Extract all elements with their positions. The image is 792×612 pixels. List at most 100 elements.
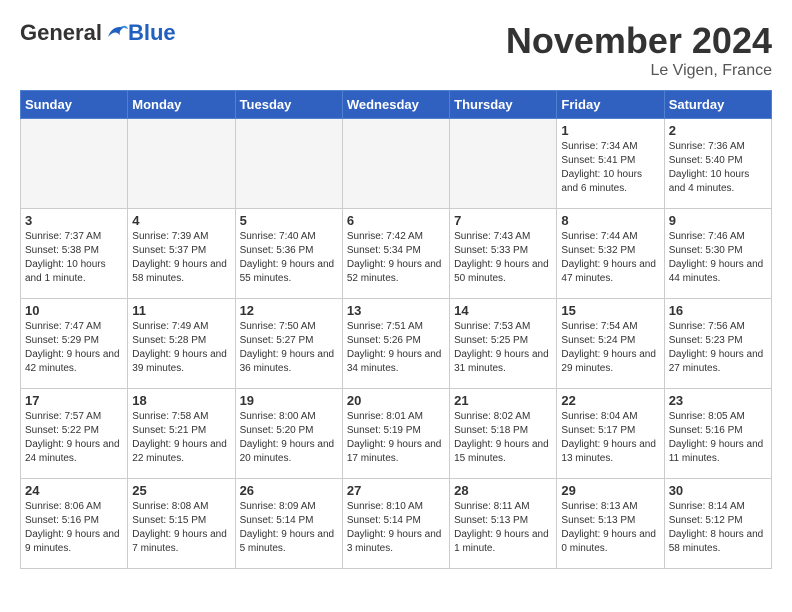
day-number: 28 (454, 483, 552, 498)
calendar-cell: 6 Sunrise: 7:42 AM Sunset: 5:34 PM Daylig… (342, 209, 449, 299)
day-info: Sunrise: 7:46 AM Sunset: 5:30 PM Dayligh… (669, 230, 767, 286)
day-number: 25 (132, 483, 230, 498)
day-info: Sunrise: 7:34 AM Sunset: 5:41 PM Dayligh… (561, 140, 659, 196)
day-number: 27 (347, 483, 445, 498)
calendar-day-header: Saturday (664, 91, 771, 119)
day-number: 29 (561, 483, 659, 498)
calendar-cell (128, 119, 235, 209)
logo: General Blue (20, 20, 176, 46)
day-info: Sunrise: 7:51 AM Sunset: 5:26 PM Dayligh… (347, 320, 445, 376)
calendar-cell: 18 Sunrise: 7:58 AM Sunset: 5:21 PM Dayli… (128, 389, 235, 479)
calendar-day-header: Thursday (450, 91, 557, 119)
calendar-cell: 11 Sunrise: 7:49 AM Sunset: 5:28 PM Dayli… (128, 299, 235, 389)
day-info: Sunrise: 7:49 AM Sunset: 5:28 PM Dayligh… (132, 320, 230, 376)
day-number: 10 (25, 303, 123, 318)
calendar-cell (21, 119, 128, 209)
calendar-cell: 16 Sunrise: 7:56 AM Sunset: 5:23 PM Dayli… (664, 299, 771, 389)
calendar-cell: 28 Sunrise: 8:11 AM Sunset: 5:13 PM Dayli… (450, 479, 557, 569)
calendar-cell: 27 Sunrise: 8:10 AM Sunset: 5:14 PM Dayli… (342, 479, 449, 569)
page-header: General Blue November 2024 Le Vigen, Fra… (20, 20, 772, 80)
calendar-week-row: 17Sunrise: 7:57 AM Sunset: 5:22 PM Dayli… (21, 389, 772, 479)
calendar-cell: 14 Sunrise: 7:53 AM Sunset: 5:25 PM Dayli… (450, 299, 557, 389)
day-number: 7 (454, 213, 552, 228)
calendar-day-header: Tuesday (235, 91, 342, 119)
day-info: Sunrise: 8:14 AM Sunset: 5:12 PM Dayligh… (669, 500, 767, 556)
day-number: 2 (669, 123, 767, 138)
day-info: Sunrise: 7:56 AM Sunset: 5:23 PM Dayligh… (669, 320, 767, 376)
calendar-cell: 13 Sunrise: 7:51 AM Sunset: 5:26 PM Dayli… (342, 299, 449, 389)
logo-bird-icon (104, 21, 128, 45)
calendar-header-row: SundayMondayTuesdayWednesdayThursdayFrid… (21, 91, 772, 119)
calendar-cell: 15 Sunrise: 7:54 AM Sunset: 5:24 PM Dayli… (557, 299, 664, 389)
calendar-cell: 25 Sunrise: 8:08 AM Sunset: 5:15 PM Dayli… (128, 479, 235, 569)
calendar-cell: 21 Sunrise: 8:02 AM Sunset: 5:18 PM Dayli… (450, 389, 557, 479)
day-info: Sunrise: 7:43 AM Sunset: 5:33 PM Dayligh… (454, 230, 552, 286)
day-info: Sunrise: 7:42 AM Sunset: 5:34 PM Dayligh… (347, 230, 445, 286)
calendar-cell: 9Sunrise: 7:46 AM Sunset: 5:30 PM Daylig… (664, 209, 771, 299)
calendar-cell: 22Sunrise: 8:04 AM Sunset: 5:17 PM Dayli… (557, 389, 664, 479)
day-info: Sunrise: 8:08 AM Sunset: 5:15 PM Dayligh… (132, 500, 230, 556)
day-info: Sunrise: 7:39 AM Sunset: 5:37 PM Dayligh… (132, 230, 230, 286)
day-info: Sunrise: 7:58 AM Sunset: 5:21 PM Dayligh… (132, 410, 230, 466)
day-number: 16 (669, 303, 767, 318)
calendar-cell: 19 Sunrise: 8:00 AM Sunset: 5:20 PM Dayli… (235, 389, 342, 479)
day-info: Sunrise: 8:09 AM Sunset: 5:14 PM Dayligh… (240, 500, 338, 556)
calendar-cell: 2Sunrise: 7:36 AM Sunset: 5:40 PM Daylig… (664, 119, 771, 209)
day-number: 13 (347, 303, 445, 318)
calendar-week-row: 1 Sunrise: 7:34 AM Sunset: 5:41 PM Daylig… (21, 119, 772, 209)
day-number: 6 (347, 213, 445, 228)
calendar-cell: 4 Sunrise: 7:39 AM Sunset: 5:37 PM Daylig… (128, 209, 235, 299)
calendar-cell: 3 Sunrise: 7:37 AM Sunset: 5:38 PM Daylig… (21, 209, 128, 299)
calendar-cell: 12 Sunrise: 7:50 AM Sunset: 5:27 PM Dayli… (235, 299, 342, 389)
calendar-cell: 5 Sunrise: 7:40 AM Sunset: 5:36 PM Daylig… (235, 209, 342, 299)
day-info: Sunrise: 8:00 AM Sunset: 5:20 PM Dayligh… (240, 410, 338, 466)
day-info: Sunrise: 7:40 AM Sunset: 5:36 PM Dayligh… (240, 230, 338, 286)
day-number: 24 (25, 483, 123, 498)
title-section: November 2024 Le Vigen, France (506, 20, 772, 80)
logo-general-text: General (20, 20, 102, 46)
calendar-cell: 10Sunrise: 7:47 AM Sunset: 5:29 PM Dayli… (21, 299, 128, 389)
calendar-week-row: 3 Sunrise: 7:37 AM Sunset: 5:38 PM Daylig… (21, 209, 772, 299)
day-number: 5 (240, 213, 338, 228)
day-number: 15 (561, 303, 659, 318)
day-number: 1 (561, 123, 659, 138)
logo-blue-text: Blue (128, 20, 176, 46)
day-number: 20 (347, 393, 445, 408)
day-number: 4 (132, 213, 230, 228)
day-number: 18 (132, 393, 230, 408)
calendar-cell (235, 119, 342, 209)
day-number: 12 (240, 303, 338, 318)
calendar-cell: 1 Sunrise: 7:34 AM Sunset: 5:41 PM Daylig… (557, 119, 664, 209)
day-info: Sunrise: 7:44 AM Sunset: 5:32 PM Dayligh… (561, 230, 659, 286)
day-info: Sunrise: 8:02 AM Sunset: 5:18 PM Dayligh… (454, 410, 552, 466)
day-number: 11 (132, 303, 230, 318)
day-number: 26 (240, 483, 338, 498)
day-info: Sunrise: 7:57 AM Sunset: 5:22 PM Dayligh… (25, 410, 123, 466)
day-number: 14 (454, 303, 552, 318)
day-number: 3 (25, 213, 123, 228)
calendar-cell: 7 Sunrise: 7:43 AM Sunset: 5:33 PM Daylig… (450, 209, 557, 299)
day-info: Sunrise: 8:04 AM Sunset: 5:17 PM Dayligh… (561, 410, 659, 466)
day-info: Sunrise: 8:13 AM Sunset: 5:13 PM Dayligh… (561, 500, 659, 556)
calendar-cell: 20Sunrise: 8:01 AM Sunset: 5:19 PM Dayli… (342, 389, 449, 479)
calendar-cell (450, 119, 557, 209)
day-number: 21 (454, 393, 552, 408)
day-info: Sunrise: 8:10 AM Sunset: 5:14 PM Dayligh… (347, 500, 445, 556)
day-info: Sunrise: 7:50 AM Sunset: 5:27 PM Dayligh… (240, 320, 338, 376)
day-info: Sunrise: 7:53 AM Sunset: 5:25 PM Dayligh… (454, 320, 552, 376)
day-number: 19 (240, 393, 338, 408)
day-info: Sunrise: 7:54 AM Sunset: 5:24 PM Dayligh… (561, 320, 659, 376)
calendar-cell: 17Sunrise: 7:57 AM Sunset: 5:22 PM Dayli… (21, 389, 128, 479)
calendar-cell: 29 Sunrise: 8:13 AM Sunset: 5:13 PM Dayli… (557, 479, 664, 569)
location: Le Vigen, France (506, 62, 772, 80)
day-number: 8 (561, 213, 659, 228)
calendar-cell: 30Sunrise: 8:14 AM Sunset: 5:12 PM Dayli… (664, 479, 771, 569)
calendar-cell: 23Sunrise: 8:05 AM Sunset: 5:16 PM Dayli… (664, 389, 771, 479)
day-info: Sunrise: 7:37 AM Sunset: 5:38 PM Dayligh… (25, 230, 123, 286)
calendar-day-header: Wednesday (342, 91, 449, 119)
calendar-table: SundayMondayTuesdayWednesdayThursdayFrid… (20, 90, 772, 569)
calendar-cell: 8 Sunrise: 7:44 AM Sunset: 5:32 PM Daylig… (557, 209, 664, 299)
day-info: Sunrise: 8:11 AM Sunset: 5:13 PM Dayligh… (454, 500, 552, 556)
day-info: Sunrise: 8:05 AM Sunset: 5:16 PM Dayligh… (669, 410, 767, 466)
calendar-day-header: Sunday (21, 91, 128, 119)
